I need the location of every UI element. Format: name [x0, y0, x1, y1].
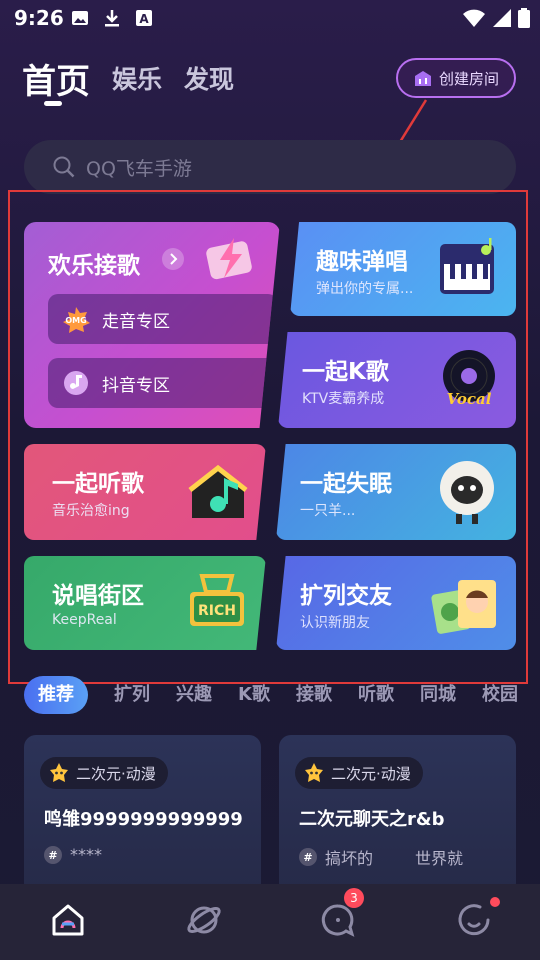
- home-icon: [52, 904, 84, 936]
- create-room-label: 创建房间: [438, 69, 499, 88]
- room-meta: # 搞坏的 世界就: [299, 845, 463, 869]
- annotation-highlight-box: [8, 190, 528, 684]
- category-tab-song-relay[interactable]: 接歌: [296, 676, 332, 714]
- bottom-nav: [0, 884, 540, 960]
- room-tag-label: 二次元·动漫: [76, 764, 156, 783]
- text-notification-icon: A: [136, 10, 152, 26]
- tab-active-indicator: [44, 101, 62, 106]
- svg-text:#: #: [303, 851, 312, 864]
- wifi-icon: [463, 9, 485, 27]
- search-icon: [53, 156, 75, 178]
- message-count-badge: 3: [344, 888, 364, 908]
- room-card[interactable]: 二次元·动漫 二次元聊天之r&b # 搞坏的 世界就: [279, 735, 516, 895]
- room-meta-text: ****: [70, 845, 102, 864]
- category-tab-karaoke[interactable]: K歌: [238, 676, 270, 714]
- image-icon: [72, 11, 88, 25]
- nav-profile[interactable]: [452, 898, 496, 942]
- room-title: 鸣雏9999999999999: [44, 809, 243, 830]
- search-bar[interactable]: QQ飞车手游: [24, 140, 516, 194]
- nav-planet[interactable]: [182, 898, 226, 942]
- profile-notification-dot: [490, 897, 500, 907]
- anime-mascot-icon: [50, 763, 68, 782]
- anime-mascot-icon: [305, 763, 323, 782]
- tab-discover[interactable]: 发现: [184, 60, 234, 96]
- room-tag-label: 二次元·动漫: [331, 764, 411, 783]
- battery-icon: [518, 8, 530, 28]
- room-meta-text-2: 世界就: [415, 849, 464, 868]
- download-icon: [105, 10, 119, 27]
- room-icon: [414, 71, 431, 86]
- nav-home[interactable]: [46, 898, 90, 942]
- svg-text:#: #: [48, 849, 57, 862]
- hashtag-icon: #: [299, 848, 317, 866]
- room-meta: # ****: [44, 845, 102, 864]
- category-tabs: 推荐 扩列 兴趣 K歌 接歌 听歌 同城 校园: [24, 676, 540, 714]
- planet-icon: [187, 906, 221, 934]
- room-category-tag: 二次元·动漫: [295, 757, 423, 789]
- category-tab-recommend[interactable]: 推荐: [24, 676, 88, 714]
- create-room-button[interactable]: 创建房间: [396, 58, 516, 98]
- category-tab-listen[interactable]: 听歌: [358, 676, 394, 714]
- hashtag-icon: #: [44, 845, 62, 864]
- profile-icon: [458, 904, 490, 936]
- room-category-tag: 二次元·动漫: [40, 757, 168, 789]
- search-placeholder: QQ飞车手游: [86, 157, 192, 180]
- signal-icon: [493, 9, 511, 27]
- svg-text:A: A: [139, 12, 149, 26]
- category-tab-nearby[interactable]: 同城: [420, 676, 456, 714]
- status-time: 9:26: [14, 6, 64, 30]
- tab-entertainment[interactable]: 娱乐: [112, 60, 162, 96]
- room-title: 二次元聊天之r&b: [299, 809, 445, 830]
- category-tab-interest[interactable]: 兴趣: [176, 676, 212, 714]
- status-bar: 9:26 A: [0, 0, 540, 36]
- room-meta-text: 搞坏的: [325, 849, 374, 868]
- category-tab-make-friends[interactable]: 扩列: [114, 676, 150, 714]
- tab-home[interactable]: 首页: [22, 54, 90, 103]
- room-card[interactable]: 二次元·动漫 鸣雏9999999999999 # ****: [24, 735, 261, 895]
- category-tab-campus[interactable]: 校园: [482, 676, 518, 714]
